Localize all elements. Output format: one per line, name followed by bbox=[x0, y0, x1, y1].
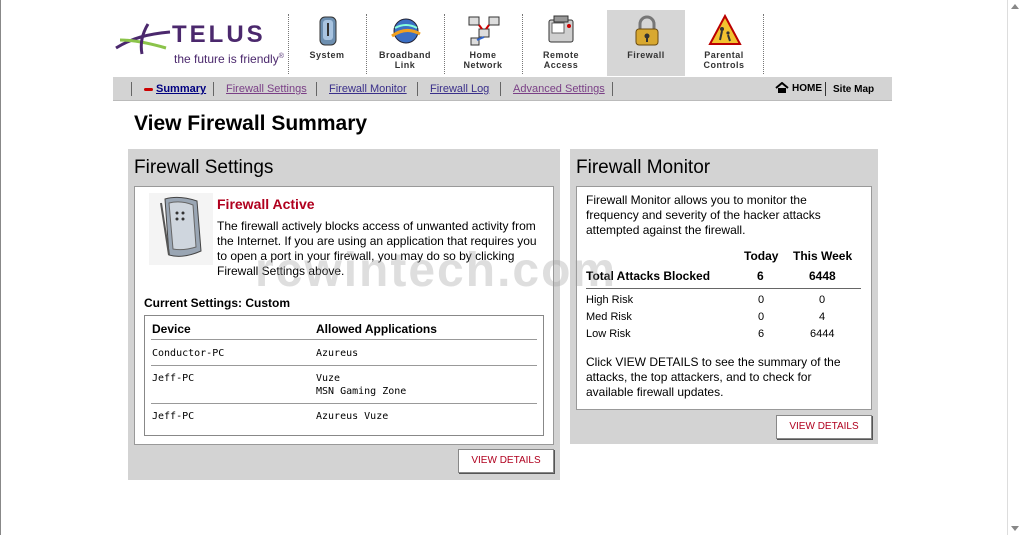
risk-week: 6444 bbox=[810, 328, 835, 340]
table-cell-device: Jeff-PC bbox=[152, 373, 195, 384]
home-icon[interactable] bbox=[775, 82, 789, 94]
table-divider bbox=[586, 288, 861, 289]
subnav-link-firewall-monitor[interactable]: Firewall Monitor bbox=[329, 83, 407, 95]
view-details-button[interactable]: VIEW DETAILS bbox=[776, 415, 872, 439]
firewall-description: The firewall actively blocks access of u… bbox=[217, 219, 537, 278]
telus-logo[interactable]: TELUS the future is friendly® bbox=[114, 18, 284, 68]
firewall-subnav: Summary Firewall Settings Firewall Monit… bbox=[113, 77, 892, 101]
firewall-monitor-content: Firewall Monitor allows you to monitor t… bbox=[576, 186, 872, 410]
subnav-separator bbox=[316, 82, 317, 96]
table-cell-device: Jeff-PC bbox=[152, 411, 195, 422]
panel-title: Firewall Monitor bbox=[576, 157, 711, 178]
scroll-down-arrow-icon[interactable] bbox=[1011, 526, 1019, 531]
subnav-separator bbox=[825, 82, 826, 96]
table-divider bbox=[151, 339, 537, 340]
panel-title: Firewall Settings bbox=[134, 157, 274, 178]
nav-item-home-network[interactable]: Home Network bbox=[444, 10, 522, 76]
brand-tagline: the future is friendly® bbox=[174, 52, 284, 66]
total-attacks-label: Total Attacks Blocked bbox=[586, 269, 711, 283]
subnav-link-firewall-settings[interactable]: Firewall Settings bbox=[226, 83, 307, 95]
subnav-separator bbox=[213, 82, 214, 96]
table-divider bbox=[151, 365, 537, 366]
subnav-separator bbox=[500, 82, 501, 96]
column-header-this-week: This Week bbox=[793, 249, 853, 263]
risk-label: High Risk bbox=[586, 294, 634, 306]
risk-today: 0 bbox=[758, 294, 765, 306]
risk-week: 4 bbox=[819, 311, 826, 323]
home-link[interactable]: HOME bbox=[792, 83, 822, 94]
nav-item-parental-controls[interactable]: Parental Controls bbox=[685, 10, 763, 76]
current-page-marker bbox=[144, 88, 153, 91]
table-cell-apps: Vuze MSN Gaming Zone bbox=[316, 373, 407, 397]
firewall-settings-panel: Firewall Settings Firewall Active The fi… bbox=[128, 149, 560, 480]
nav-label: Broadband Link bbox=[378, 50, 431, 70]
subnav-separator bbox=[417, 82, 418, 96]
risk-label: Med Risk bbox=[586, 311, 632, 323]
broadband-icon bbox=[391, 18, 421, 44]
home-network-icon bbox=[468, 16, 500, 46]
subnav-link-firewall-log[interactable]: Firewall Log bbox=[430, 83, 489, 95]
scroll-up-arrow-icon[interactable] bbox=[1011, 4, 1019, 9]
monitor-description: Firewall Monitor allows you to monitor t… bbox=[586, 193, 821, 237]
site-map-link[interactable]: Site Map bbox=[833, 84, 874, 95]
remote-access-icon bbox=[548, 15, 574, 43]
column-header-today: Today bbox=[744, 249, 779, 263]
firewall-monitor-panel: Firewall Monitor Firewall Monitor allows… bbox=[570, 149, 878, 444]
subnav-link-summary[interactable]: Summary bbox=[156, 83, 206, 95]
firewall-status: Firewall Active bbox=[217, 196, 315, 212]
allowed-applications-table: Device Allowed Applications Conductor-PC… bbox=[144, 315, 544, 436]
total-attacks-today: 6 bbox=[757, 269, 764, 283]
nav-label: Remote Access bbox=[542, 50, 579, 70]
subnav-separator bbox=[612, 82, 613, 96]
table-cell-apps: Azureus Vuze bbox=[316, 411, 389, 422]
subnav-separator bbox=[131, 82, 132, 96]
window-frame bbox=[0, 0, 1, 535]
nav-item-remote-access[interactable]: Remote Access bbox=[522, 10, 600, 76]
vertical-scrollbar[interactable] bbox=[1007, 0, 1022, 535]
table-cell-device: Conductor-PC bbox=[152, 348, 225, 359]
nav-item-firewall[interactable]: Firewall bbox=[607, 10, 685, 76]
risk-week: 0 bbox=[819, 294, 826, 306]
padlock-icon bbox=[635, 15, 659, 46]
current-settings-label: Current Settings: Custom bbox=[144, 296, 291, 310]
nav-label: Parental Controls bbox=[703, 50, 745, 70]
total-attacks-week: 6448 bbox=[809, 269, 836, 283]
risk-label: Low Risk bbox=[586, 328, 631, 340]
risk-today: 6 bbox=[758, 328, 765, 340]
column-header-device: Device bbox=[152, 322, 191, 336]
parental-controls-icon bbox=[708, 14, 742, 45]
nav-item-system[interactable]: System bbox=[288, 10, 366, 76]
telus-critter-logo-icon bbox=[115, 23, 171, 55]
nav-label: Home Network bbox=[463, 50, 503, 70]
risk-today: 0 bbox=[758, 311, 765, 323]
brand-name: TELUS bbox=[172, 21, 266, 48]
table-cell-apps: Azureus bbox=[316, 348, 359, 359]
nav-label: Firewall bbox=[627, 50, 665, 60]
table-divider bbox=[151, 403, 537, 404]
monitor-footer-text: Click VIEW DETAILS to see the summary of… bbox=[586, 355, 841, 399]
nav-separator bbox=[763, 14, 764, 74]
subnav-link-advanced-settings[interactable]: Advanced Settings bbox=[513, 83, 605, 95]
nav-item-broadband-link[interactable]: Broadband Link bbox=[366, 10, 444, 76]
nav-label: System bbox=[309, 50, 345, 60]
system-icon bbox=[319, 16, 337, 46]
firewall-device-icon bbox=[149, 193, 213, 265]
column-header-allowed-applications: Allowed Applications bbox=[316, 322, 437, 336]
firewall-settings-content: Firewall Active The firewall actively bl… bbox=[134, 186, 554, 445]
view-details-button[interactable]: VIEW DETAILS bbox=[458, 449, 554, 473]
page-title: View Firewall Summary bbox=[134, 112, 368, 135]
